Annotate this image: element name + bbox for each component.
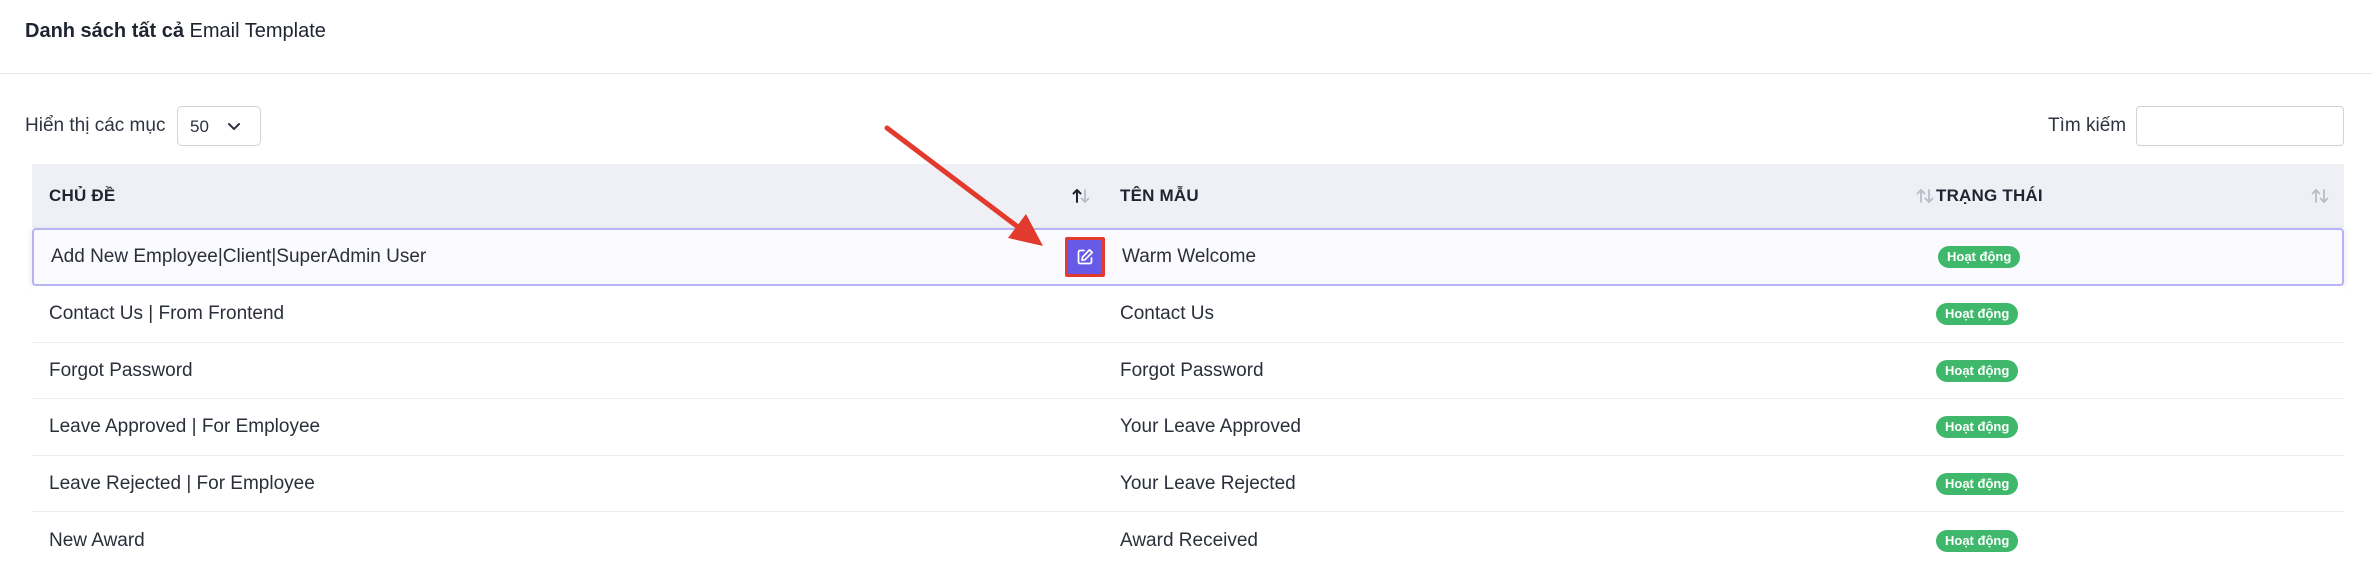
cell-template-name: Warm Welcome [1122, 246, 1257, 267]
cell-template-name: Your Leave Approved [1120, 416, 1302, 437]
cell-status: Hoạt động [1936, 286, 2316, 342]
table-row[interactable]: Contact Us | From Frontend Contact Us Ho… [32, 286, 2344, 343]
page-size-select[interactable]: 50 [177, 106, 261, 146]
table-header: CHỦ ĐỀ TÊN MẪU TRẠNG THÁI [32, 164, 2344, 228]
cell-status: Hoạt động [1936, 399, 2316, 455]
status-badge: Hoạt động [1938, 246, 2021, 268]
table-row[interactable]: Forgot Password Forgot Password Hoạt độn… [32, 343, 2344, 399]
cell-subject: Forgot Password [49, 359, 193, 381]
edit-icon [1077, 248, 1094, 265]
cell-status: Hoạt động [1938, 230, 2318, 284]
cell-template-name: Forgot Password [1120, 359, 1264, 381]
cell-status: Hoạt động [1936, 512, 2316, 570]
status-badge: Hoạt động [1936, 359, 2019, 382]
page-title-rest: Email Template [183, 20, 326, 42]
cell-template-name: Award Received [1120, 530, 1259, 551]
sort-ascending-icon[interactable] [1070, 185, 1092, 207]
cell-status: Hoạt động [1936, 456, 2316, 511]
column-header-subject[interactable]: CHỦ ĐỀ [32, 164, 1103, 228]
sort-icon[interactable] [2309, 185, 2331, 207]
search-input[interactable] [2136, 106, 2344, 146]
cell-subject: Contact Us | From Frontend [49, 303, 285, 324]
cell-subject: Leave Rejected | For Employee [49, 472, 315, 494]
cell-subject: Add New Employee|Client|SuperAdmin User [51, 246, 427, 267]
status-badge: Hoạt động [1936, 530, 2019, 552]
cell-template-name: Contact Us [1120, 303, 1214, 324]
table-row[interactable]: Add New Employee|Client|SuperAdmin User … [32, 228, 2344, 286]
status-badge: Hoạt động [1936, 472, 2019, 495]
page-size-value: 50 [190, 117, 209, 136]
status-badge: Hoạt động [1936, 416, 2019, 438]
column-header-label: TRẠNG THÁI [1936, 186, 2043, 205]
chevron-down-icon [228, 123, 240, 130]
cell-subject: New Award [49, 530, 145, 551]
column-header-label: CHỦ ĐỀ [49, 186, 116, 205]
status-badge: Hoạt động [1936, 303, 2019, 325]
page-title: Danh sách tất cả Email Template [25, 19, 326, 43]
table-row[interactable]: Leave Rejected | For Employee Your Leave… [32, 456, 2344, 512]
cell-template-name: Your Leave Rejected [1120, 472, 1296, 494]
table-row[interactable]: New Award Award Received Hoạt động [32, 512, 2344, 570]
column-header-template-name[interactable]: TÊN MẪU [1103, 164, 1934, 228]
column-header-status[interactable]: TRẠNG THÁI [1919, 164, 2344, 228]
page-title-strong: Danh sách tất cả [25, 20, 184, 42]
cell-subject: Leave Approved | For Employee [49, 416, 321, 437]
edit-button[interactable] [1065, 237, 1105, 277]
table-controls: Hiển thị các mục 50 Tìm kiếm [0, 106, 2372, 146]
cell-status: Hoạt động [1936, 343, 2316, 398]
table-row[interactable]: Leave Approved | For Employee Your Leave… [32, 399, 2344, 456]
page-size-label: Hiển thị các mục [25, 115, 166, 136]
page-header: Danh sách tất cả Email Template [0, 0, 2372, 74]
search-label: Tìm kiếm [2048, 115, 2127, 136]
column-header-label: TÊN MẪU [1120, 186, 1199, 205]
